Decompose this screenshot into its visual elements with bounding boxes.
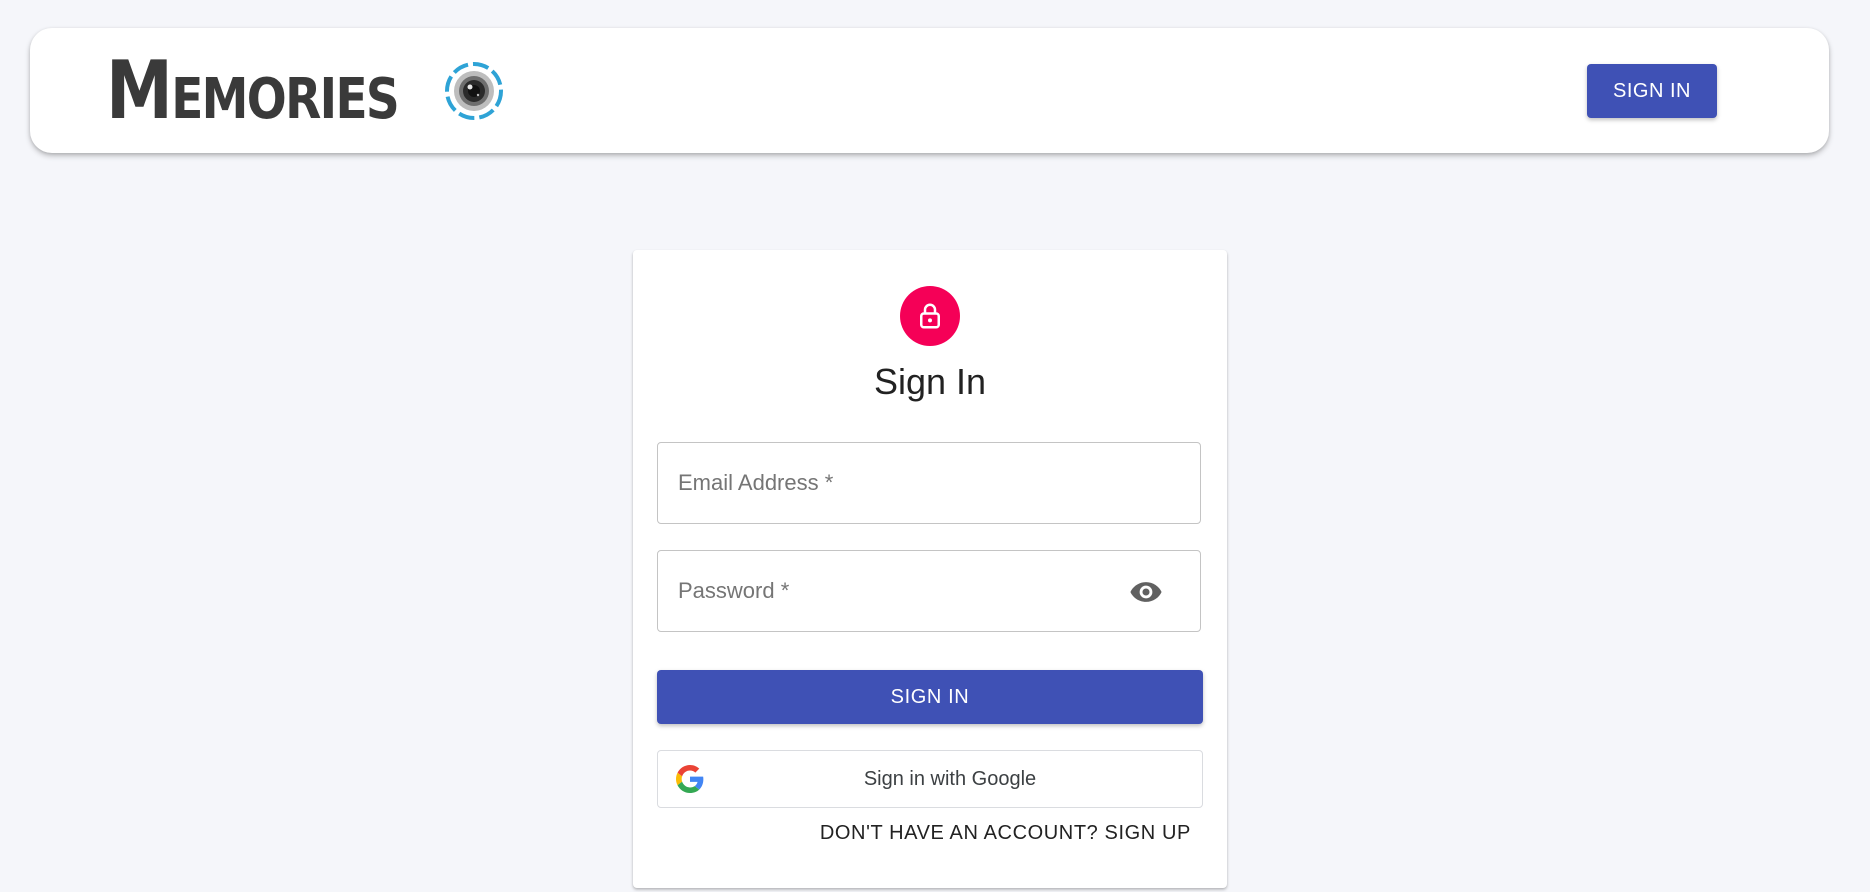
brand[interactable]: Memories (106, 28, 506, 153)
lock-icon (920, 303, 940, 329)
page-title: Sign In (873, 361, 987, 402)
password-field[interactable] (658, 551, 1200, 631)
google-signin-button[interactable]: Sign in with Google (657, 750, 1203, 808)
lock-avatar (900, 286, 960, 346)
eye-icon (1130, 582, 1162, 602)
email-field[interactable] (658, 443, 1200, 523)
signup-link[interactable]: DON'T HAVE AN ACCOUNT? SIGN UP (820, 822, 1191, 845)
signin-card: Sign In SIGN IN Sign in with Google DON'… (633, 250, 1227, 888)
toggle-password-visibility-button[interactable] (1128, 575, 1164, 609)
google-signin-label: Sign in with Google (863, 767, 1037, 790)
camera-lens-logo-icon (445, 61, 503, 120)
app-bar: Memories SIGN IN (30, 28, 1829, 153)
email-field-container (657, 442, 1201, 524)
header-signin-button[interactable]: SIGN IN (1587, 64, 1717, 118)
signin-submit-button[interactable]: SIGN IN (657, 670, 1203, 724)
brand-title: Memories (106, 43, 400, 137)
password-field-container (657, 550, 1201, 632)
